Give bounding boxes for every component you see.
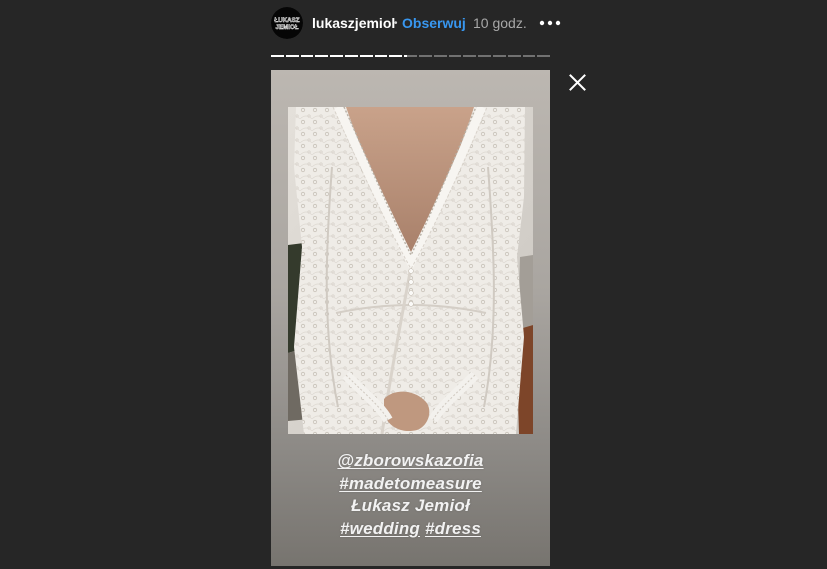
progress-segment: [507, 55, 521, 57]
avatar[interactable]: ŁUKASZ JEMIOŁ: [271, 7, 303, 39]
progress-segment: [478, 55, 491, 57]
mention-link[interactable]: @zborowskazofia: [337, 451, 483, 470]
caption-text: Łukasz Jemioł: [351, 496, 470, 515]
progress-segment: [463, 55, 477, 57]
more-options-button[interactable]: [538, 18, 562, 28]
more-horizontal-icon: [539, 20, 561, 26]
story-caption: @zborowskazofia #madetomeasure Łukasz Je…: [271, 450, 550, 540]
progress-segment: [418, 55, 432, 57]
progress-segment: [537, 55, 551, 57]
caption-line: Łukasz Jemioł: [271, 495, 550, 518]
progress-segment-fill: [404, 55, 408, 57]
progress-segment-fill: [374, 55, 388, 57]
progress-segment: [404, 55, 417, 57]
progress-segment: [285, 55, 299, 57]
progress-segment-fill: [330, 55, 343, 57]
post-timestamp: 10 godz.: [473, 15, 527, 31]
progress-segment: [359, 55, 373, 57]
progress-segment-fill: [300, 55, 314, 57]
progress-segment: [271, 55, 284, 57]
progress-segment-fill: [315, 55, 329, 57]
progress-segment: [300, 55, 314, 57]
progress-segment: [374, 55, 388, 57]
progress-segment-fill: [344, 55, 358, 57]
caption-line: @zborowskazofia: [271, 450, 550, 473]
story-card[interactable]: @zborowskazofia #madetomeasure Łukasz Je…: [271, 70, 550, 566]
separator-dot: •: [394, 18, 398, 29]
hashtag-link[interactable]: #wedding: [340, 519, 420, 538]
hashtag-link[interactable]: #dress: [425, 519, 481, 538]
wedding-dress-photo: [288, 107, 533, 434]
progress-segment: [522, 55, 536, 57]
logo-line-1: ŁUKASZ: [274, 17, 299, 24]
caption-line: #madetomeasure: [271, 473, 550, 496]
progress-segment-fill: [359, 55, 373, 57]
caption-line: #wedding #dress: [271, 518, 550, 541]
progress-segment-fill: [271, 55, 284, 57]
follow-button[interactable]: Obserwuj: [402, 15, 466, 32]
progress-segment-fill: [389, 55, 403, 57]
progress-segment: [389, 55, 403, 57]
username-link[interactable]: lukaszjemiol: [312, 15, 395, 32]
close-icon: [569, 74, 586, 91]
story-photo: [288, 107, 533, 434]
progress-segment-fill: [285, 55, 299, 57]
hashtag-link[interactable]: #madetomeasure: [339, 474, 482, 493]
progress-segment: [433, 55, 447, 57]
progress-segment: [492, 55, 506, 57]
close-button[interactable]: [569, 74, 586, 91]
logo-line-2: JEMIOŁ: [275, 24, 298, 31]
progress-segment: [330, 55, 343, 57]
progress-segment: [448, 55, 462, 57]
brand-logo: ŁUKASZ JEMIOŁ: [271, 7, 303, 39]
progress-segment: [344, 55, 358, 57]
story-progress-bar: [271, 55, 551, 57]
progress-segment: [315, 55, 329, 57]
